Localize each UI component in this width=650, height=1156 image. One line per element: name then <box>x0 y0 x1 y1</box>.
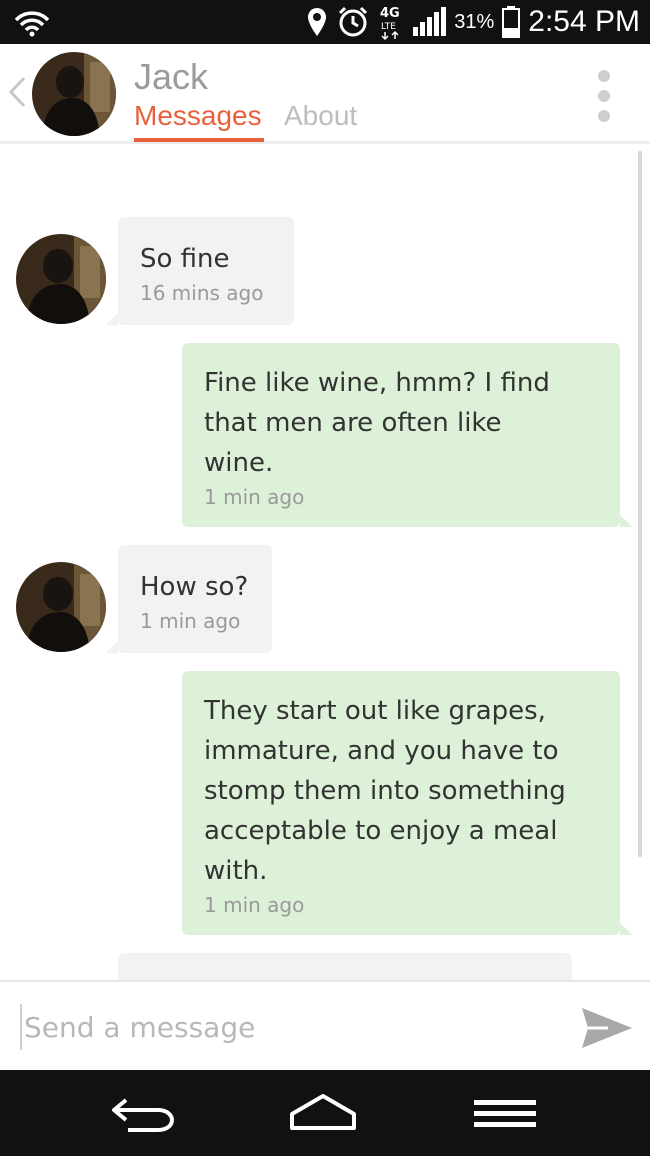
svg-text:LTE: LTE <box>381 22 396 32</box>
message-timestamp: 1 min ago <box>204 893 305 917</box>
incoming-message: So fine 16 mins ago <box>106 217 294 325</box>
incoming-message: How so? 1 min ago <box>106 545 272 653</box>
message-text: So fine <box>140 244 230 274</box>
message-input[interactable] <box>20 1004 560 1050</box>
more-options-icon[interactable] <box>594 68 614 124</box>
scrollbar[interactable] <box>638 151 642 857</box>
bubble-tail <box>106 313 118 325</box>
lte-icon: 4G LTE <box>380 6 400 41</box>
conversation-header: Jack Messages About <box>0 44 650 144</box>
message-timestamp: 1 min ago <box>204 485 305 509</box>
status-bar: 4G LTE 31% 2:54 PM <box>0 0 650 44</box>
message-list[interactable]: So fine 16 mins ago Fine like wine, hmm?… <box>0 147 650 980</box>
sender-avatar[interactable] <box>16 234 106 324</box>
signal-icon <box>413 7 447 36</box>
tab-about[interactable]: About <box>284 100 357 132</box>
battery-icon <box>502 6 521 38</box>
battery-percent: 31% <box>454 10 495 33</box>
message-text: They start out like grapes, immature, an… <box>204 696 566 886</box>
nav-home-icon[interactable] <box>288 1088 358 1138</box>
sender-avatar[interactable] <box>16 562 106 652</box>
wifi-icon <box>14 11 50 37</box>
nav-back-icon[interactable] <box>108 1088 178 1138</box>
contact-avatar[interactable] <box>32 52 116 136</box>
bubble-tail <box>620 923 632 935</box>
svg-text:4G: 4G <box>380 6 400 21</box>
bubble-tail <box>106 641 118 653</box>
message-text: Fine like wine, hmm? I find that men are… <box>204 368 550 478</box>
contact-name: Jack <box>134 56 209 97</box>
back-chevron-icon[interactable] <box>6 74 28 110</box>
outgoing-message: Fine like wine, hmm? I find that men are… <box>182 343 632 527</box>
message-timestamp: 16 mins ago <box>140 281 264 305</box>
location-icon <box>308 8 327 36</box>
active-tab-indicator <box>134 138 264 142</box>
message-composer <box>0 980 650 1070</box>
incoming-message-partial <box>118 953 572 980</box>
message-text: How so? <box>140 572 249 602</box>
tab-messages[interactable]: Messages <box>134 100 262 132</box>
outgoing-message: They start out like grapes, immature, an… <box>182 671 632 935</box>
clock: 2:54 PM <box>528 5 640 38</box>
message-timestamp: 1 min ago <box>140 609 241 633</box>
bubble-tail <box>620 515 632 527</box>
nav-menu-icon[interactable] <box>470 1088 540 1138</box>
send-icon[interactable] <box>578 1004 634 1052</box>
system-navigation-bar <box>0 1070 650 1156</box>
alarm-icon <box>339 6 368 37</box>
